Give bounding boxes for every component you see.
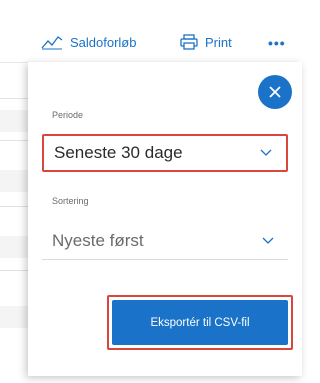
background-row (0, 110, 30, 132)
background-row (0, 170, 30, 192)
periode-value: Seneste 30 dage (54, 143, 183, 162)
periode-select[interactable]: Seneste 30 dage (42, 134, 288, 172)
background-divider (0, 270, 30, 271)
chevron-down-icon (260, 149, 272, 157)
background-divider (0, 98, 30, 99)
background-divider (0, 206, 30, 207)
printer-icon (180, 34, 198, 50)
close-button[interactable] (258, 75, 292, 109)
more-icon[interactable]: ••• (268, 35, 286, 51)
close-icon (269, 86, 281, 98)
sortering-select[interactable]: Nyeste først (42, 222, 288, 260)
periode-label: Periode (52, 110, 84, 120)
sortering-label: Sortering (52, 196, 89, 206)
chevron-down-icon (262, 237, 274, 245)
line-chart-icon (41, 36, 63, 50)
background-divider (0, 140, 30, 141)
sortering-value: Nyeste først (52, 230, 144, 250)
export-csv-button[interactable]: Eksportér til CSV-fil (112, 300, 288, 345)
saldoforloeb-label: Saldoforløb (70, 34, 137, 50)
background-row (0, 306, 30, 328)
export-button-highlight: Eksportér til CSV-fil (107, 295, 293, 350)
background-row (0, 236, 30, 258)
toolbar: Saldoforløb Print ••• (0, 0, 302, 63)
saldoforloeb-button[interactable]: Saldoforløb (41, 34, 136, 50)
print-label: Print (205, 34, 232, 50)
print-button[interactable]: Print (180, 34, 232, 50)
